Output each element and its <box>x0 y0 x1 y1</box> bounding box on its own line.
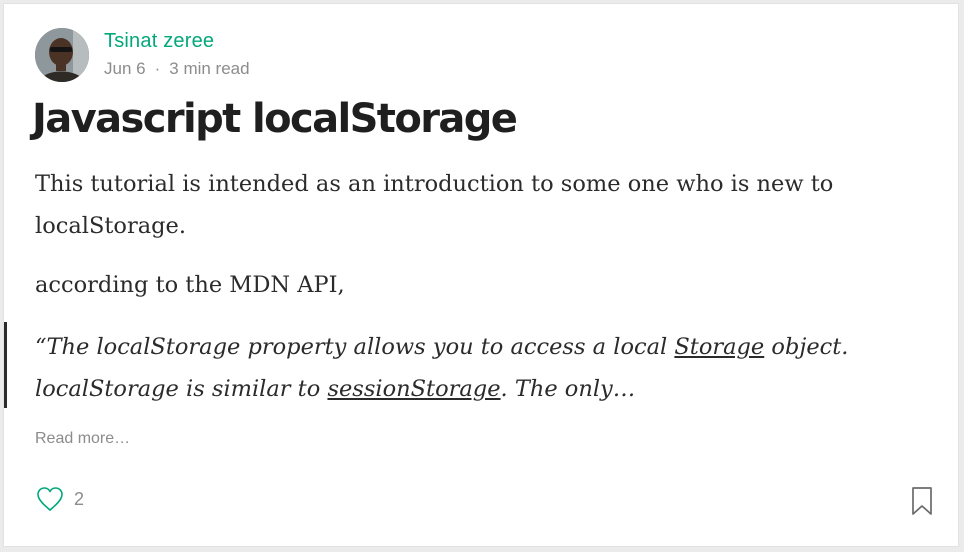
post-card: Tsinat zeree Jun 6 · 3 min read Javascript… <box>3 3 959 547</box>
bookmark-button[interactable] <box>910 486 934 516</box>
post-date[interactable]: Jun 6 <box>104 59 146 78</box>
like-count[interactable]: 2 <box>74 489 84 510</box>
session-storage-link[interactable]: sessionStorage <box>327 376 500 402</box>
blockquote: “The localStorage property allows you to… <box>35 326 935 410</box>
storage-link[interactable]: Storage <box>674 334 764 360</box>
quote-bar <box>4 322 7 408</box>
like-button[interactable] <box>35 484 65 514</box>
read-more-link[interactable]: Read more… <box>35 430 130 448</box>
post-meta: Jun 6 · 3 min read <box>104 59 250 79</box>
avatar-photo <box>35 28 89 82</box>
quote-text: “The localStorage property allows you to… <box>35 334 675 360</box>
quote-text: . The only… <box>500 376 636 402</box>
post-title[interactable]: Javascript localStorage <box>32 96 518 142</box>
read-time: 3 min read <box>169 59 250 78</box>
post-excerpt-paragraph: This tutorial is intended as an introduc… <box>35 171 834 239</box>
meta-separator: · <box>154 59 161 78</box>
heart-icon <box>37 487 63 511</box>
bookmark-icon <box>912 487 932 515</box>
author-name[interactable]: Tsinat zeree <box>104 30 214 53</box>
post-excerpt-paragraph: according to the MDN API, <box>35 272 345 298</box>
avatar[interactable] <box>35 28 89 82</box>
